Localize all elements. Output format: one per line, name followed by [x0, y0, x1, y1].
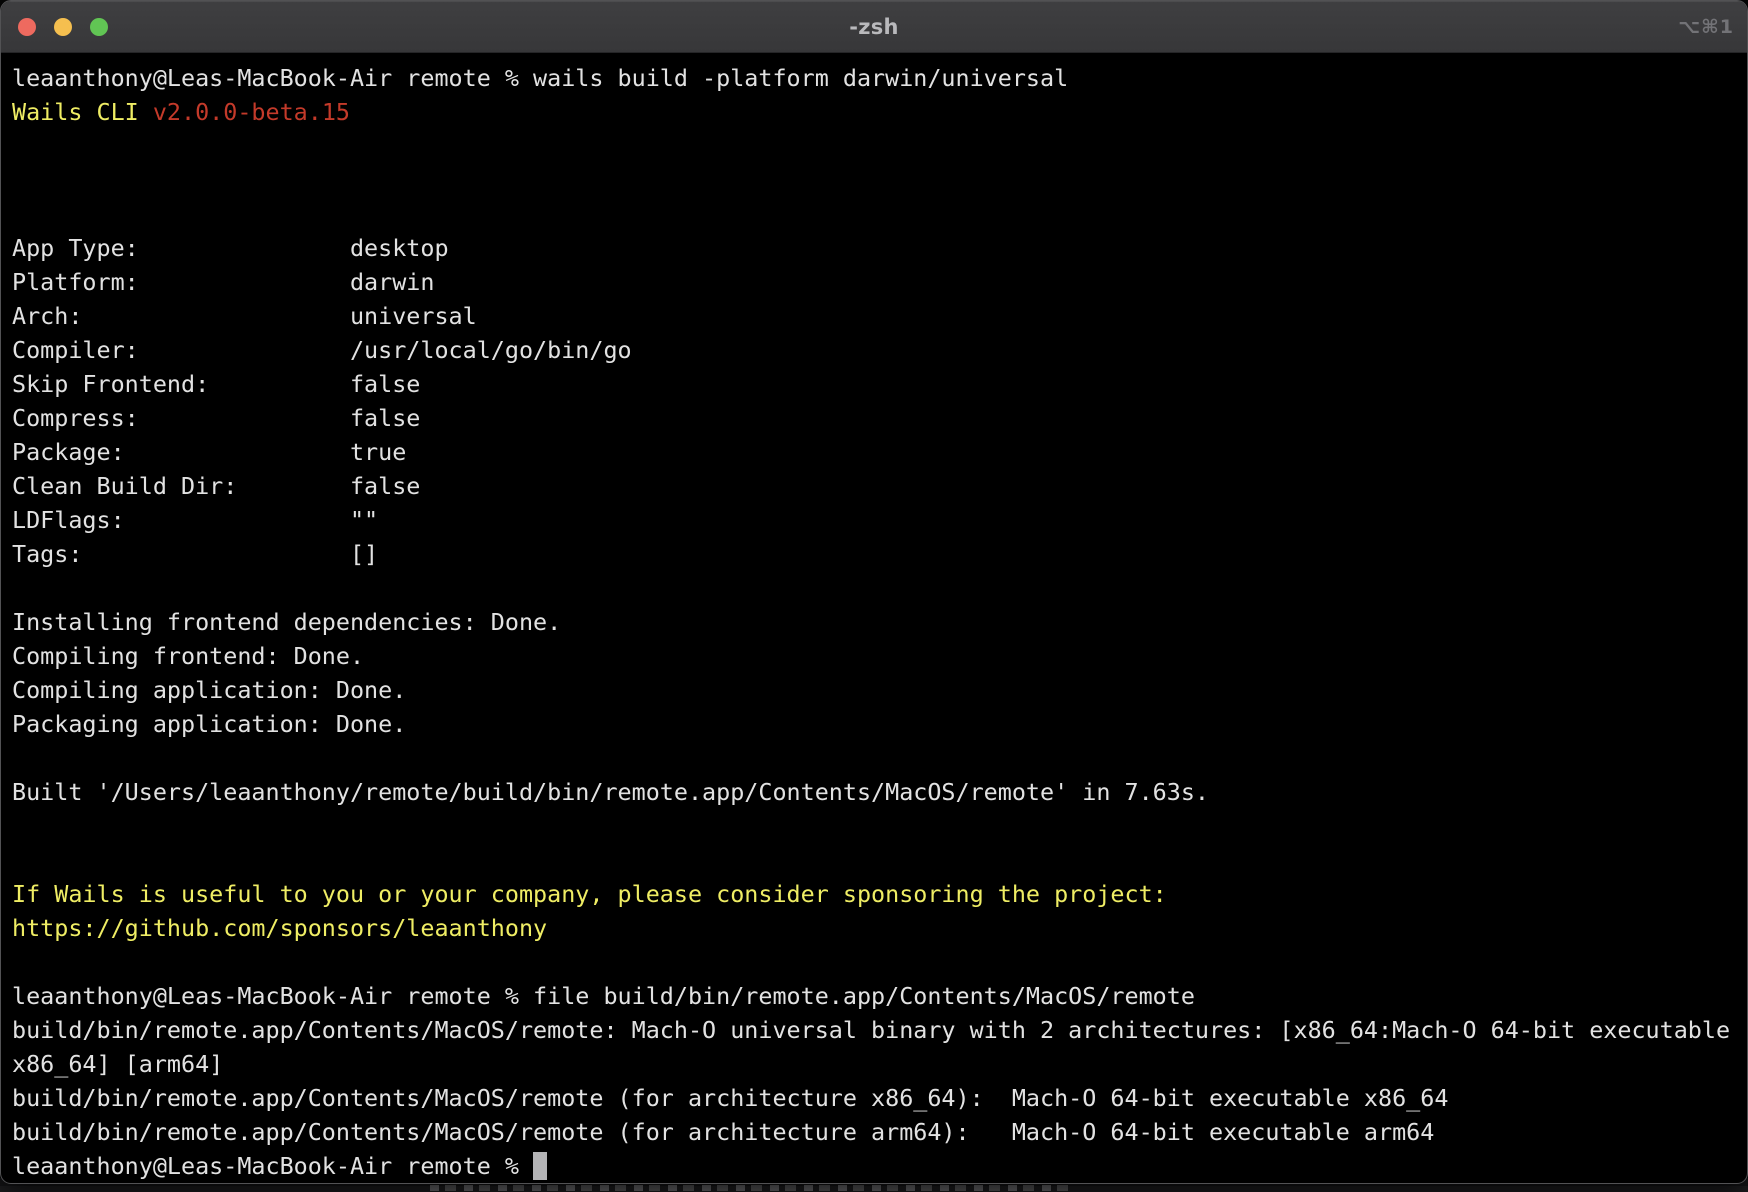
- terminal-text-segment: v2.0.0-beta.15: [153, 98, 350, 126]
- terminal-line: LDFlags: "": [12, 503, 1743, 537]
- terminal-line: leaanthony@Leas-MacBook-Air remote % fil…: [12, 979, 1743, 1013]
- terminal-line: Package: true: [12, 435, 1743, 469]
- terminal-line: [12, 163, 1743, 197]
- terminal-text-segment: Wails CLI: [12, 98, 153, 126]
- terminal-text-segment: Arch: universal: [12, 302, 477, 330]
- close-button[interactable]: [18, 18, 36, 36]
- terminal-text-segment: https://github.com/sponsors/leaanthony: [12, 914, 547, 942]
- terminal-text-segment: If Wails is useful to you or your compan…: [12, 880, 1167, 908]
- terminal-line: [12, 945, 1743, 979]
- terminal-text-segment: Installing frontend dependencies: Done.: [12, 608, 561, 636]
- terminal-text-segment: leaanthony@Leas-MacBook-Air remote % wai…: [12, 64, 1068, 92]
- terminal-text-segment: Compiling application: Done.: [12, 676, 406, 704]
- terminal-line: App Type: desktop: [12, 231, 1743, 265]
- terminal-line: [12, 129, 1743, 163]
- terminal-line: https://github.com/sponsors/leaanthony: [12, 911, 1743, 945]
- tab-shortcut-hint: ⌥⌘1: [1678, 16, 1734, 38]
- terminal-text-segment: LDFlags: "": [12, 506, 378, 534]
- terminal-line: Skip Frontend: false: [12, 367, 1743, 401]
- terminal-line: build/bin/remote.app/Contents/MacOS/remo…: [12, 1013, 1743, 1047]
- terminal-line: [12, 843, 1743, 877]
- terminal-line: Built '/Users/leaanthony/remote/build/bi…: [12, 775, 1743, 809]
- terminal-line: If Wails is useful to you or your compan…: [12, 877, 1743, 911]
- terminal-text-segment: build/bin/remote.app/Contents/MacOS/remo…: [12, 1016, 1730, 1044]
- minimize-button[interactable]: [54, 18, 72, 36]
- terminal-line: Packaging application: Done.: [12, 707, 1743, 741]
- terminal-line: Compiler: /usr/local/go/bin/go: [12, 333, 1743, 367]
- terminal-line: [12, 571, 1743, 605]
- terminal-output[interactable]: leaanthony@Leas-MacBook-Air remote % wai…: [1, 53, 1747, 1183]
- terminal-text-segment: leaanthony@Leas-MacBook-Air remote % fil…: [12, 982, 1195, 1010]
- terminal-line: build/bin/remote.app/Contents/MacOS/remo…: [12, 1115, 1743, 1149]
- terminal-line: Tags: []: [12, 537, 1743, 571]
- window-title: -zsh: [1, 15, 1747, 39]
- terminal-line: leaanthony@Leas-MacBook-Air remote % wai…: [12, 61, 1743, 95]
- terminal-text-segment: Skip Frontend: false: [12, 370, 420, 398]
- terminal-text-segment: Package: true: [12, 438, 406, 466]
- screen: { "window": { "title": "-zsh", "shortcut…: [0, 0, 1748, 1192]
- terminal-line: Clean Build Dir: false: [12, 469, 1743, 503]
- terminal-text-segment: Compress: false: [12, 404, 420, 432]
- terminal-text-segment: Built '/Users/leaanthony/remote/build/bi…: [12, 778, 1209, 806]
- terminal-line: Installing frontend dependencies: Done.: [12, 605, 1743, 639]
- terminal-line: Wails CLI v2.0.0-beta.15: [12, 95, 1743, 129]
- terminal-line: leaanthony@Leas-MacBook-Air remote %: [12, 1149, 1743, 1183]
- terminal-line: Compiling frontend: Done.: [12, 639, 1743, 673]
- terminal-text-segment: Compiler: /usr/local/go/bin/go: [12, 336, 632, 364]
- terminal-line: [12, 809, 1743, 843]
- terminal-window: -zsh ⌥⌘1 leaanthony@Leas-MacBook-Air rem…: [0, 0, 1748, 1184]
- terminal-text-segment: Compiling frontend: Done.: [12, 642, 364, 670]
- terminal-text-segment: App Type: desktop: [12, 234, 449, 262]
- terminal-text-segment: Tags: []: [12, 540, 378, 568]
- terminal-line: Platform: darwin: [12, 265, 1743, 299]
- terminal-line: Compress: false: [12, 401, 1743, 435]
- terminal-line: [12, 197, 1743, 231]
- traffic-lights: [18, 1, 108, 52]
- titlebar[interactable]: -zsh ⌥⌘1: [1, 1, 1747, 53]
- background-window-text-fragments: [430, 1185, 1070, 1191]
- terminal-cursor: [533, 1152, 547, 1180]
- terminal-line: [12, 741, 1743, 775]
- terminal-text-segment: Clean Build Dir: false: [12, 472, 420, 500]
- terminal-text-segment: Platform: darwin: [12, 268, 434, 296]
- terminal-line: Arch: universal: [12, 299, 1743, 333]
- terminal-text-segment: Packaging application: Done.: [12, 710, 406, 738]
- zoom-button[interactable]: [90, 18, 108, 36]
- terminal-line: Compiling application: Done.: [12, 673, 1743, 707]
- terminal-text-segment: build/bin/remote.app/Contents/MacOS/remo…: [12, 1084, 1448, 1112]
- terminal-text-segment: build/bin/remote.app/Contents/MacOS/remo…: [12, 1118, 1434, 1146]
- terminal-text-segment: x86_64] [arm64]: [12, 1050, 223, 1078]
- terminal-line: x86_64] [arm64]: [12, 1047, 1743, 1081]
- terminal-line: build/bin/remote.app/Contents/MacOS/remo…: [12, 1081, 1743, 1115]
- terminal-text-segment: leaanthony@Leas-MacBook-Air remote %: [12, 1152, 533, 1180]
